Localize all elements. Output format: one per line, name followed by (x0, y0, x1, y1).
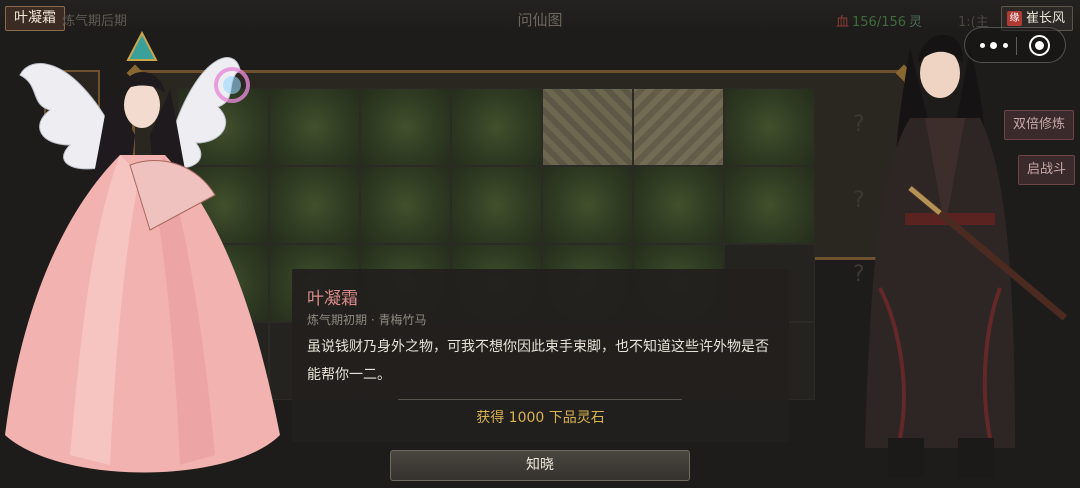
confirm-button[interactable]: 知晓 (390, 450, 690, 481)
map-tile[interactable] (360, 166, 451, 244)
map-tile[interactable] (542, 166, 633, 244)
map-tile[interactable] (724, 166, 815, 244)
male-character-portrait (865, 34, 1068, 478)
event-dialog: 叶凝霜 炼气期初期 · 青梅竹马 虽说钱财乃身外之物，可我不想你因此束手束脚，也… (292, 269, 789, 442)
dialog-speaker-name: 叶凝霜 (307, 289, 358, 309)
capsule-divider (1016, 37, 1017, 55)
dialog-reward-text: 获得 1000 下品灵石 (476, 410, 605, 426)
dialog-body-text: 虽说钱财乃身外之物，可我不想你因此束手束脚，也不知道这些许外物是否能帮你一二。 (307, 339, 769, 383)
female-character-portrait (5, 30, 280, 473)
map-tile[interactable] (451, 88, 542, 166)
map-tile-town[interactable] (633, 88, 724, 166)
map-tile-town[interactable] (542, 88, 633, 166)
map-tile[interactable] (360, 88, 451, 166)
miniprogram-capsule (964, 27, 1066, 63)
map-tile[interactable] (633, 166, 724, 244)
menu-dots-icon[interactable] (977, 38, 1011, 52)
dialog-speaker-subtitle: 炼气期初期 · 青梅竹马 (307, 313, 427, 327)
dialog-divider (398, 399, 682, 400)
record-target-icon[interactable] (1029, 35, 1050, 56)
map-tile[interactable] (451, 166, 542, 244)
map-tile[interactable] (724, 88, 815, 166)
